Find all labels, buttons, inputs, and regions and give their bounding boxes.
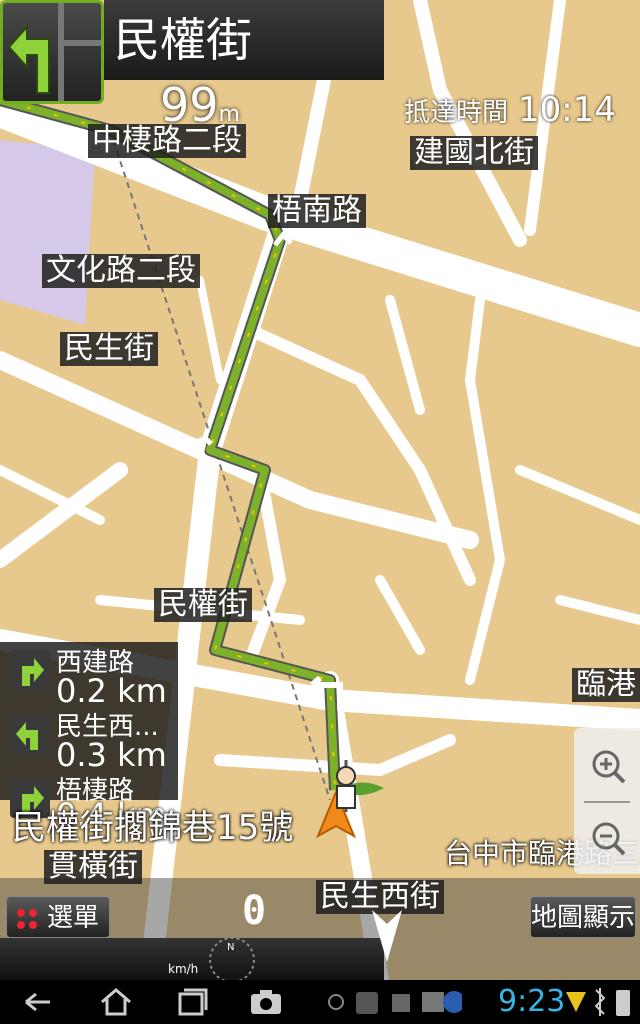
camera-icon[interactable]: [248, 984, 284, 1020]
zoom-out-icon[interactable]: [592, 822, 626, 856]
upcoming-turn[interactable]: 民生西... 0.3 km: [0, 706, 178, 774]
street-label: 民權街: [154, 588, 252, 622]
eta-time: 10:14: [518, 90, 616, 130]
home-icon[interactable]: [98, 984, 134, 1020]
recent-apps-icon[interactable]: [174, 984, 210, 1020]
speed-value: 0: [242, 888, 267, 934]
battery-icon: [616, 990, 630, 1016]
speed-unit: km/h: [168, 962, 199, 976]
zoom-panel: [574, 728, 640, 874]
address-line: 民權街擱錦巷15號: [12, 808, 294, 848]
park-area: [0, 140, 95, 325]
upcoming-turn[interactable]: 梧棲路 0.4 km: [0, 770, 178, 834]
map-display-button[interactable]: 地圖顯示: [530, 896, 636, 938]
current-street-banner: 民權街: [104, 0, 384, 80]
wifi-icon: [566, 992, 586, 1012]
street-label: 貫橫街: [44, 850, 142, 884]
street-label: 梧南路: [268, 194, 366, 228]
distance-value: 99: [160, 78, 219, 132]
north-pointer-icon: [372, 910, 402, 962]
zoom-in-icon[interactable]: [592, 750, 626, 784]
next-turn-indicator[interactable]: [0, 0, 104, 104]
status-icons: [566, 988, 630, 1016]
upcoming-turn-distance: 0.2 km: [56, 672, 167, 710]
distance-unit: m: [218, 102, 240, 127]
street-label: 民生街: [60, 332, 158, 366]
street-label: 民生西街: [316, 880, 444, 914]
notification-icons: [328, 991, 462, 1014]
system-clock: 9:23: [498, 984, 566, 1019]
svg-text:N: N: [227, 942, 234, 953]
eta: 抵達時間 10:14: [404, 90, 616, 130]
menu-button[interactable]: 選單: [6, 896, 110, 938]
back-icon[interactable]: [20, 984, 56, 1020]
eta-label: 抵達時間: [404, 98, 509, 128]
upcoming-turn-distance: 0.3 km: [56, 736, 167, 774]
street-label: 文化路二段: [42, 254, 200, 288]
turn-right-icon: [10, 650, 50, 690]
upcoming-turn[interactable]: 西建路 0.2 km: [0, 642, 178, 710]
distance-to-turn: 99m: [160, 78, 240, 132]
turn-left-icon: [10, 714, 50, 754]
menu-grid-icon: [17, 909, 37, 929]
street-label: 建國北街: [410, 136, 538, 170]
map-display-label: 地圖顯示: [531, 903, 636, 933]
turn-left-arrow-icon: [7, 3, 101, 101]
street-label: 臨港: [572, 668, 640, 702]
menu-label: 選單: [47, 903, 100, 933]
bluetooth-icon: [594, 988, 606, 1016]
system-bar: 9:23: [0, 980, 640, 1024]
